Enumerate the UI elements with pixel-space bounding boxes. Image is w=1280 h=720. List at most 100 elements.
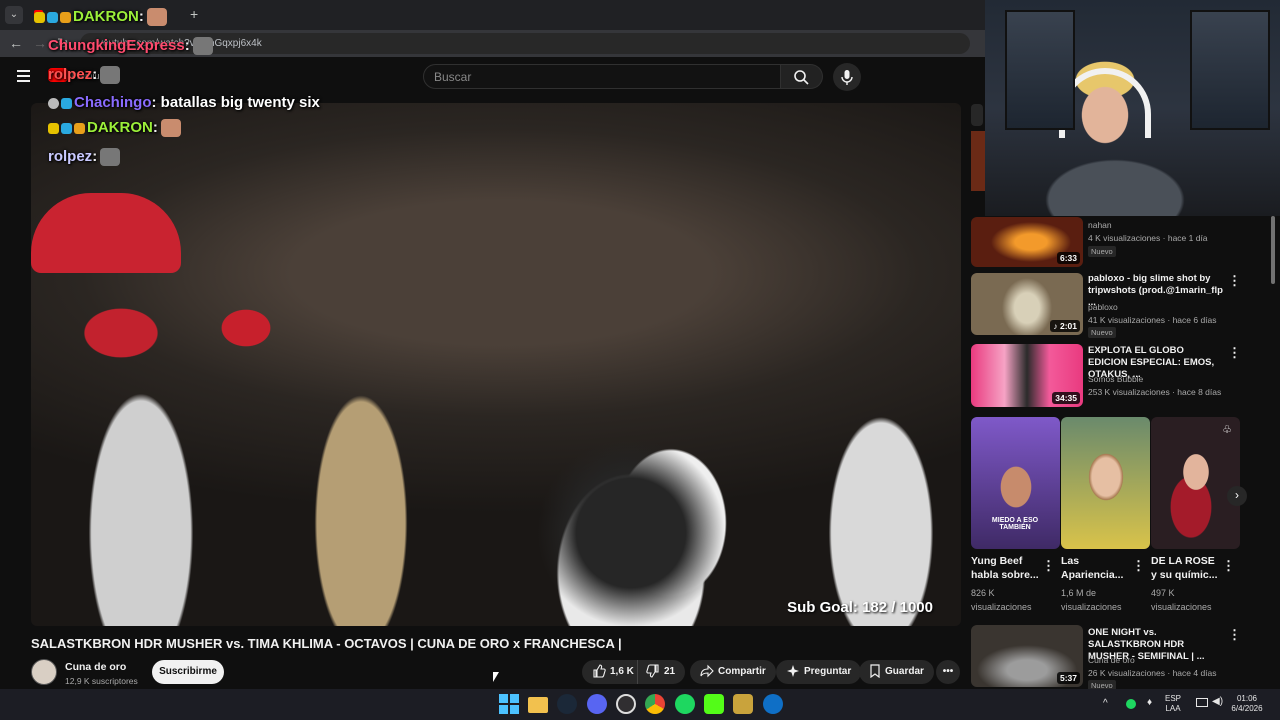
prime-badge-icon (34, 11, 45, 23)
share-button[interactable]: Compartir (690, 660, 776, 684)
obs-icon[interactable] (616, 694, 636, 714)
recommendation-thumbnail[interactable] (971, 131, 985, 191)
sub-goal-overlay: Sub Goal: 182 / 1000 (787, 599, 933, 616)
save-button[interactable]: Guardar (859, 660, 934, 684)
network-icon[interactable] (1196, 698, 1208, 707)
microphone-tray-icon[interactable]: ♦ (1147, 698, 1152, 708)
ccleaner-icon[interactable] (763, 694, 783, 714)
new-tab-button[interactable]: + (190, 6, 198, 22)
windows-start-icon[interactable] (499, 694, 519, 714)
dislike-button[interactable]: 21 (637, 660, 686, 684)
microphone-icon (841, 70, 853, 85)
chat-message: Chachingo: batallas big twenty six (48, 94, 320, 111)
search-button[interactable] (781, 64, 823, 89)
video-player[interactable]: Sub Goal: 182 / 1000 (31, 103, 961, 626)
short-views: 1,6 M de visualizaciones (1061, 586, 1122, 614)
more-horizontal-icon: ••• (942, 666, 954, 677)
dislike-count: 21 (664, 666, 676, 677)
short-title[interactable]: DE LA ROSE y su químic... (1151, 554, 1221, 582)
chat-message: DAKRON: (48, 119, 181, 138)
short-view-count: 497 K (1151, 588, 1175, 598)
chat-username: rolpez (48, 66, 93, 83)
shorts-next-button[interactable]: › (1227, 486, 1247, 506)
tab-search-icon[interactable]: ⌄ (5, 6, 23, 24)
recommendation-thumbnail[interactable]: 6:33 (971, 217, 1083, 267)
chat-username: DAKRON (87, 119, 153, 136)
channel-name[interactable]: Cuna de oro (65, 661, 126, 673)
save-label: Guardar (885, 666, 924, 677)
thumbs-up-icon (593, 664, 606, 678)
chat-message: rolpez: (48, 66, 121, 85)
forward-arrow-icon[interactable]: → (33, 30, 47, 57)
file-explorer-icon[interactable] (528, 697, 548, 713)
more-vertical-icon[interactable]: ⋮ (1228, 627, 1241, 643)
gift-badge-icon (60, 11, 71, 23)
video-title: SALASTKBRON HDR MUSHER vs. TIMA KHLIMA -… (31, 636, 622, 651)
emote-icon (160, 119, 181, 138)
ask-button[interactable]: Preguntar (776, 660, 862, 684)
gift-badge-icon (74, 122, 85, 134)
emote-icon (146, 8, 167, 27)
bookmark-icon (870, 664, 880, 679)
chat-message: DAKRON: (34, 8, 167, 27)
sub-goal-value: 182 / 1000 (862, 599, 933, 616)
menu-icon[interactable] (17, 70, 30, 82)
video-duration: 5:37 (1056, 672, 1080, 684)
language-indicator[interactable]: ESP LAA (1165, 694, 1181, 714)
steam-icon[interactable] (557, 694, 577, 714)
short-view-count: 1,6 M de (1061, 588, 1097, 598)
kick-icon[interactable] (704, 694, 724, 714)
clock-date: 6/4/2026 (1231, 704, 1263, 713)
chat-username: DAKRON (73, 8, 139, 25)
app-icon[interactable] (733, 694, 753, 714)
chrome-icon[interactable] (645, 694, 665, 714)
shirt-logo-graphic (511, 433, 751, 626)
recommendation-meta: 4 K visualizaciones · hace 1 día (1088, 233, 1208, 243)
recommendation-thumbnail[interactable]: 5:37 (971, 625, 1083, 687)
sub-badge-icon (61, 122, 72, 134)
recommendation-thumbnail[interactable]: ♪ 2:01 (971, 273, 1083, 335)
voice-search-button[interactable] (833, 63, 861, 91)
channel-avatar[interactable] (31, 659, 57, 685)
short-title[interactable]: Yung Beef habla sobre... (971, 554, 1041, 582)
recommendation-thumbnail[interactable]: 34:35 (971, 344, 1083, 407)
back-arrow-icon[interactable]: ← (9, 30, 23, 57)
more-vertical-icon[interactable]: ⋮ (1228, 345, 1241, 361)
clock[interactable]: 01:06 6/4/2026 (1230, 694, 1264, 714)
search-input[interactable]: Buscar (423, 64, 781, 89)
moderator-badge-icon (48, 97, 59, 109)
tray-app-icon[interactable] (1126, 699, 1136, 709)
short-title[interactable]: Las Apariencia... (1061, 554, 1131, 582)
window-graphic (1190, 10, 1270, 130)
short-thumbnail[interactable]: MIEDO A ESO TAMBIÉN (971, 417, 1060, 549)
volume-icon[interactable]: ◀) (1212, 697, 1223, 707)
more-vertical-icon[interactable]: ⋮ (1132, 558, 1145, 574)
subscribe-button[interactable]: Suscribirme (152, 660, 224, 684)
short-view-count: 826 K (971, 588, 995, 598)
tray-chevron-icon[interactable]: ^ (1103, 699, 1108, 709)
sub-badge-icon (61, 97, 72, 109)
chat-message: ChungkingExpress: (48, 37, 213, 56)
chips-scroll-button[interactable] (971, 104, 983, 126)
prime-badge-icon (48, 122, 59, 134)
more-vertical-icon[interactable]: ⋮ (1228, 273, 1241, 289)
music-note-icon: ♪ (1053, 321, 1060, 331)
chat-message: rolpez: (48, 148, 121, 167)
scrollbar[interactable] (1271, 216, 1275, 284)
short-thumbnail[interactable] (1061, 417, 1150, 549)
ask-label: Preguntar (804, 666, 852, 677)
like-button[interactable]: 1,6 K (582, 660, 642, 684)
more-actions-button[interactable]: ••• (936, 660, 960, 684)
new-badge: Nuevo (1088, 327, 1116, 338)
recommendation-meta: 26 K visualizaciones · hace 4 días (1088, 668, 1217, 678)
recommendation-channel: Cuna de oro (1088, 655, 1135, 665)
more-vertical-icon[interactable]: ⋮ (1222, 558, 1235, 574)
share-icon (700, 665, 714, 678)
discord-icon[interactable] (587, 694, 607, 714)
video-duration: 6:33 (1056, 252, 1080, 264)
share-label: Compartir (718, 666, 766, 677)
spotify-icon[interactable] (675, 694, 695, 714)
more-vertical-icon[interactable]: ⋮ (1042, 558, 1055, 574)
sub-goal-label: Sub Goal: (787, 599, 858, 616)
short-thumbnail[interactable]: ♧ (1151, 417, 1240, 549)
